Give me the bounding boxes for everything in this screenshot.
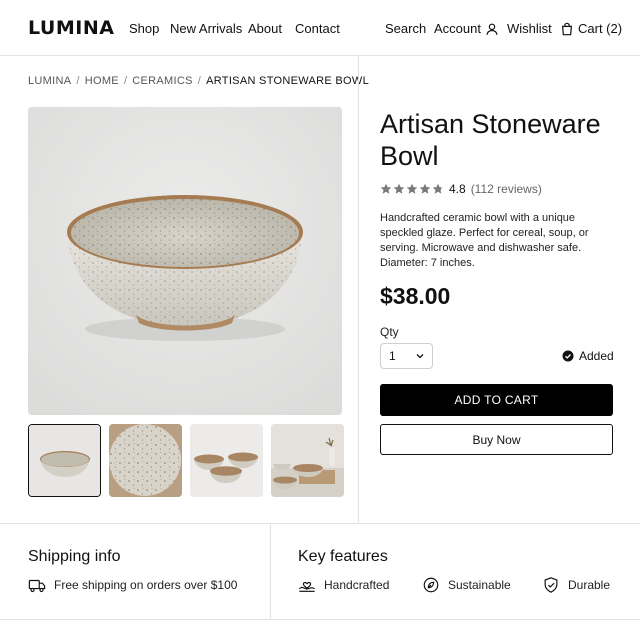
breadcrumb-home[interactable]: HOME <box>85 75 119 87</box>
breadcrumb-separator: / <box>197 75 202 87</box>
shopping-bag-icon <box>561 22 573 35</box>
add-to-cart-button[interactable]: ADD TO CART <box>380 384 613 416</box>
qty-label: Qty <box>380 325 399 339</box>
quantity-value: 1 <box>389 349 396 363</box>
user-icon <box>486 23 498 35</box>
wishlist-label: Wishlist <box>507 21 552 36</box>
bowl-illustration <box>28 107 342 415</box>
breadcrumb: LUMINA / HOME / CERAMICS / ARTISAN STONE… <box>28 75 369 87</box>
star-icon <box>380 183 392 194</box>
feature-handcrafted: Handcrafted <box>298 576 389 594</box>
check-circle-icon <box>562 350 574 362</box>
feature-label: Sustainable <box>448 578 511 592</box>
info-section-divider <box>270 523 271 620</box>
thumbnail-bowl-side[interactable] <box>28 424 101 497</box>
hand-heart-icon <box>299 581 315 592</box>
breadcrumb-separator: / <box>76 75 80 87</box>
nav-contact[interactable]: Contact <box>295 21 340 36</box>
feature-durable: Durable <box>542 576 610 594</box>
key-features-title: Key features <box>298 548 388 565</box>
buy-now-button[interactable]: Buy Now <box>380 424 613 455</box>
product-title: Artisan Stoneware Bowl <box>380 109 601 171</box>
nav-about[interactable]: About <box>248 21 282 36</box>
thumbnail-bowl-set[interactable] <box>190 424 263 497</box>
account-link[interactable]: Account <box>434 21 499 36</box>
quantity-select[interactable]: 1 <box>380 343 433 369</box>
star-icon <box>406 183 418 194</box>
site-header: LUMINA Shop New Arrivals About Contact S… <box>0 0 640 56</box>
shield-check-icon <box>544 577 558 593</box>
bowl-thumbnail-image <box>29 425 100 496</box>
feature-label: Handcrafted <box>324 578 390 592</box>
main-product-image[interactable] <box>28 107 342 415</box>
star-rating <box>380 183 444 195</box>
cart-label: Cart (2) <box>578 21 623 36</box>
added-status: Added <box>562 349 614 363</box>
account-label: Account <box>434 21 481 36</box>
breadcrumb-separator: / <box>123 75 128 87</box>
feature-sustainable: Sustainable <box>422 576 511 594</box>
search-link[interactable]: Search <box>385 21 426 36</box>
thumbnail-table-setting[interactable] <box>271 424 344 497</box>
rating-row[interactable]: 4.8 (112 reviews) <box>380 182 542 196</box>
product-price: $38.00 <box>380 283 451 309</box>
thumbnail-bowl-top[interactable] <box>109 424 182 497</box>
rating-value: 4.8 <box>449 182 466 196</box>
star-icon <box>393 183 405 194</box>
truck-icon <box>28 579 46 593</box>
bowl-set-thumbnail-image <box>190 424 263 497</box>
shipping-text: Free shipping on orders over $100 <box>54 578 238 592</box>
shipping-info-item: Free shipping on orders over $100 <box>28 576 237 594</box>
search-label: Search <box>385 21 427 36</box>
bowl-top-thumbnail-image <box>109 424 182 497</box>
shipping-info-title: Shipping info <box>28 548 121 565</box>
review-count[interactable]: (112 reviews) <box>471 182 542 196</box>
nav-new-arrivals[interactable]: New Arrivals <box>170 21 242 36</box>
star-icon <box>419 183 431 194</box>
breadcrumb-lumina[interactable]: LUMINA <box>28 75 71 87</box>
half-star-icon <box>432 183 444 194</box>
nav-shop[interactable]: Shop <box>129 21 159 36</box>
column-divider <box>358 56 359 524</box>
breadcrumb-ceramics[interactable]: CERAMICS <box>132 75 192 87</box>
added-label: Added <box>579 349 614 363</box>
info-section <box>0 523 640 620</box>
wishlist-link[interactable]: Wishlist <box>507 21 552 36</box>
recycle-leaf-icon <box>423 577 439 593</box>
product-description: Handcrafted ceramic bowl with a unique s… <box>380 212 589 269</box>
brand-logo[interactable]: LUMINA <box>28 17 114 39</box>
feature-label: Durable <box>568 578 611 592</box>
breadcrumb-current: ARTISAN STONEWARE BOWL <box>206 75 369 87</box>
table-setting-thumbnail-image <box>271 424 344 497</box>
cart-link[interactable]: Cart (2) <box>560 21 622 36</box>
chevron-down-icon <box>416 354 424 359</box>
